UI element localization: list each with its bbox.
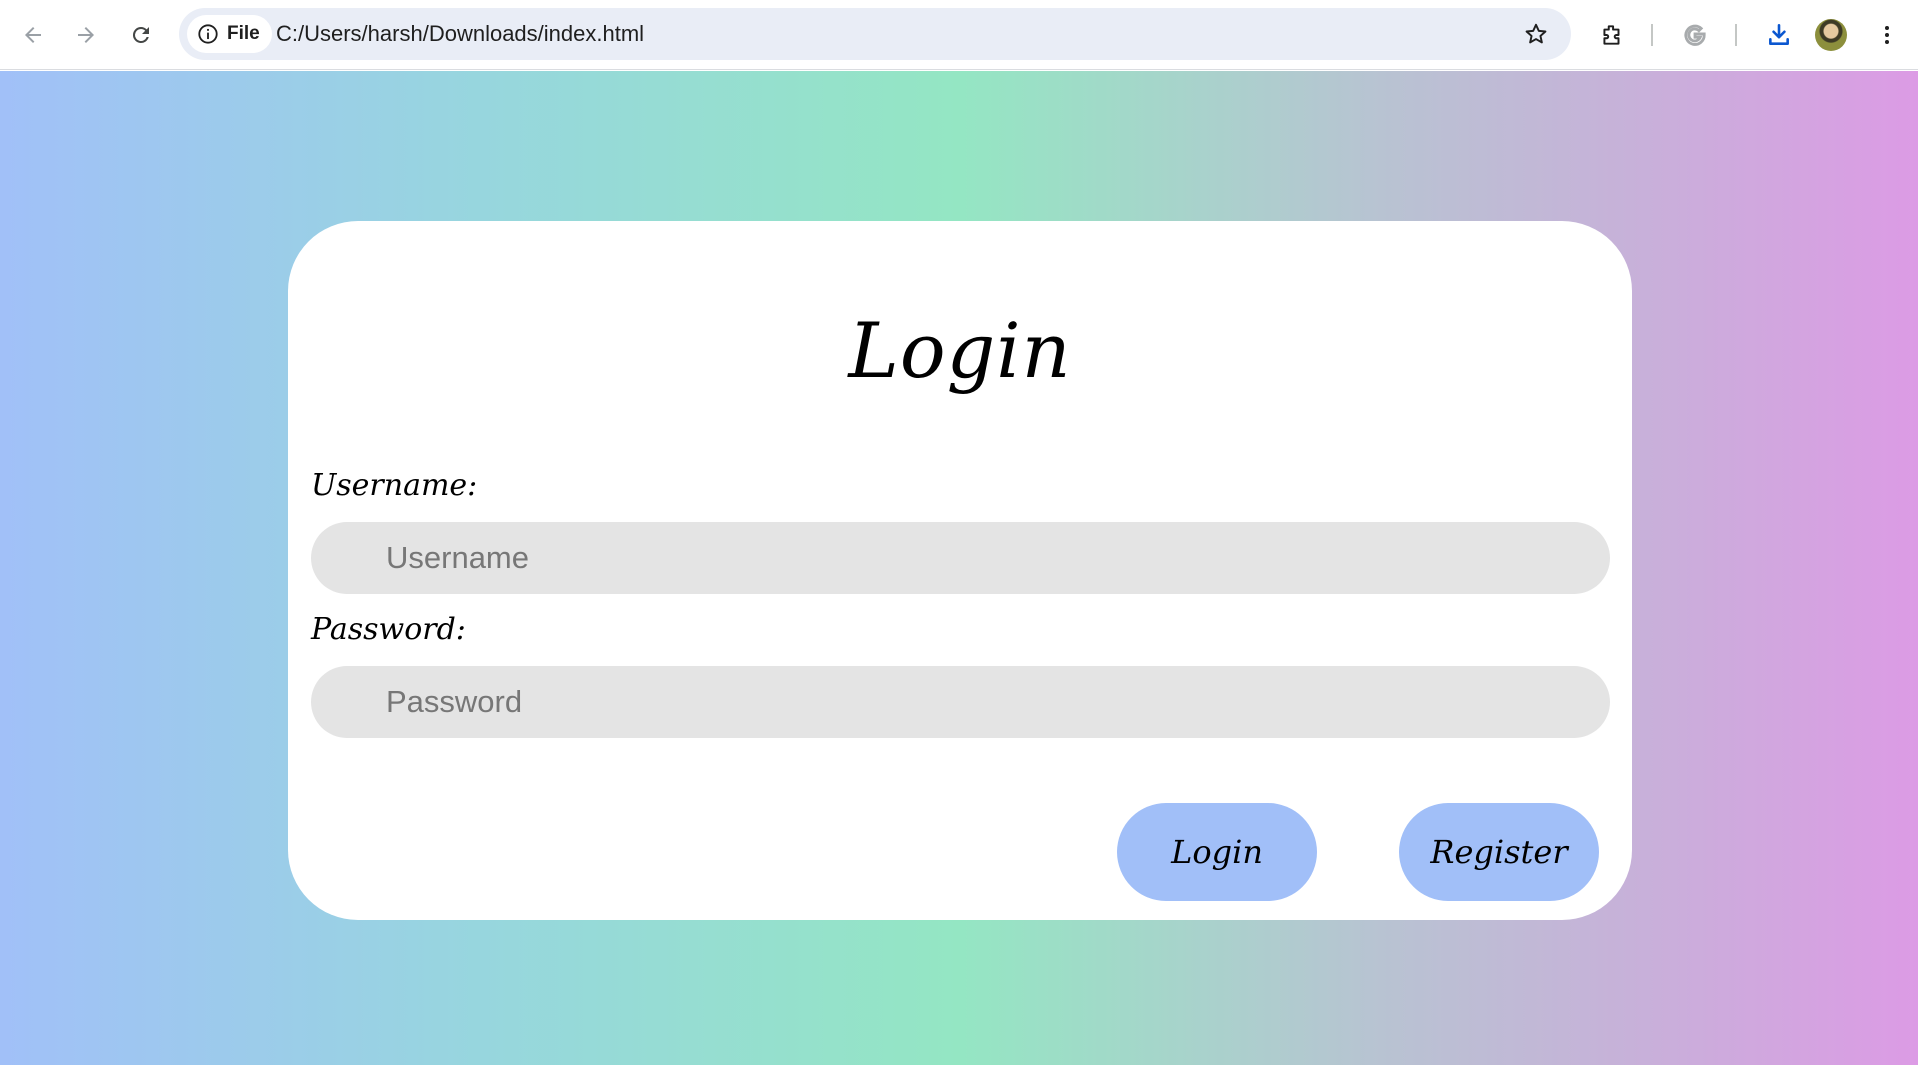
site-info-label: File xyxy=(227,23,260,44)
forward-arrow-icon xyxy=(78,27,94,43)
download-icon xyxy=(1769,23,1789,45)
password-label: Password: xyxy=(311,612,466,647)
page-title: Login xyxy=(848,306,1072,395)
google-button[interactable] xyxy=(1674,14,1716,56)
back-button[interactable] xyxy=(12,14,54,56)
info-icon xyxy=(198,24,218,44)
site-info-chip[interactable]: File xyxy=(187,15,272,53)
downloads-button[interactable] xyxy=(1758,14,1800,56)
extensions-icon xyxy=(1603,25,1620,45)
toolbar-separator xyxy=(1735,24,1737,46)
register-button[interactable]: Register xyxy=(1399,803,1599,901)
google-g-icon xyxy=(1684,24,1706,46)
reload-icon xyxy=(132,26,149,43)
menu-kebab-icon xyxy=(1885,26,1889,44)
username-label: Username: xyxy=(311,468,478,503)
extensions-button[interactable] xyxy=(1591,14,1633,56)
menu-button[interactable] xyxy=(1866,14,1908,56)
star-icon xyxy=(1525,23,1547,44)
avatar[interactable] xyxy=(1815,19,1847,51)
reload-button[interactable] xyxy=(120,14,162,56)
login-card: Login Username: Password: Login Register xyxy=(288,221,1632,920)
username-input[interactable] xyxy=(311,522,1610,594)
back-arrow-icon xyxy=(25,27,41,43)
password-input[interactable] xyxy=(311,666,1610,738)
forward-button[interactable] xyxy=(65,14,107,56)
login-button[interactable]: Login xyxy=(1117,803,1317,901)
url-text[interactable]: C:/Users/harsh/Downloads/index.html xyxy=(276,8,644,60)
toolbar-separator xyxy=(1651,24,1653,46)
browser-toolbar: File C:/Users/harsh/Downloads/index.html xyxy=(0,0,1918,70)
page-background: Login Username: Password: Login Register xyxy=(0,71,1918,1065)
bookmark-button[interactable] xyxy=(1515,13,1557,55)
address-bar[interactable]: File C:/Users/harsh/Downloads/index.html xyxy=(179,8,1571,60)
